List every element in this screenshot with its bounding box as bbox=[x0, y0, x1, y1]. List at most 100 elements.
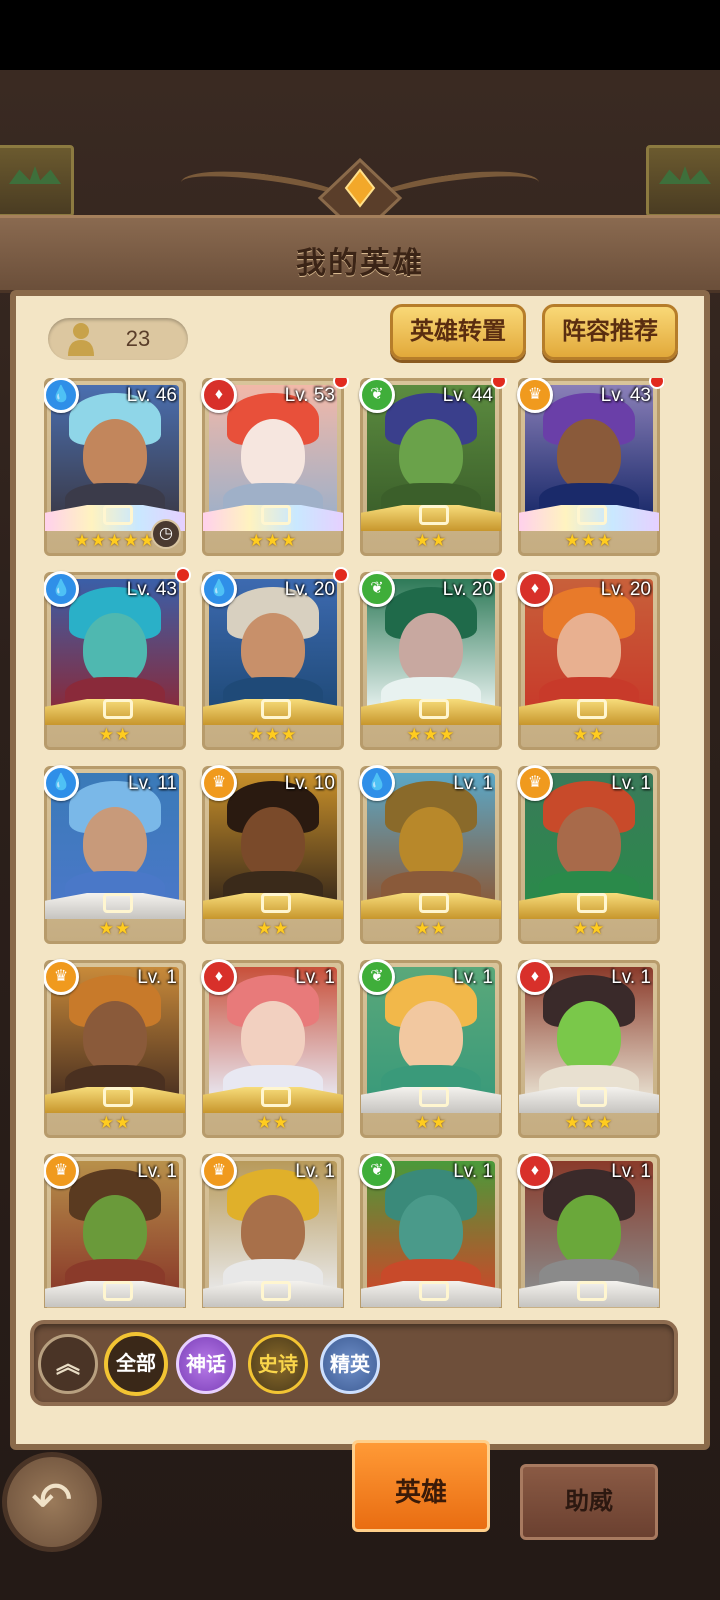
hero-stars: ★★★ bbox=[564, 1113, 614, 1132]
back-arrow-icon: ↶ bbox=[31, 1472, 73, 1528]
hero-card[interactable]: ★★★ Lv. 43 ♛ bbox=[517, 378, 664, 556]
hero-level: Lv. 1 bbox=[611, 773, 651, 794]
flame-icon: ♦ bbox=[517, 959, 553, 995]
hero-level: Lv. 43 bbox=[600, 385, 651, 406]
hero-count: 23 bbox=[125, 326, 151, 351]
right-pillar-decoration bbox=[646, 145, 720, 217]
hero-stars: ★★ bbox=[98, 725, 132, 744]
notification-dot bbox=[491, 378, 507, 389]
notification-dot bbox=[333, 378, 349, 389]
collapse-button[interactable]: ︽ bbox=[38, 1334, 98, 1394]
tab-support[interactable]: 助威 bbox=[520, 1464, 658, 1540]
hero-card[interactable]: ★★ Lv. 10 ♛ bbox=[201, 765, 344, 944]
hero-card[interactable]: ★★★ Lv. 20 ❦ bbox=[359, 567, 507, 750]
hero-stars: ★★★ bbox=[406, 725, 456, 744]
filter-epic-button[interactable]: 史诗 bbox=[248, 1334, 308, 1394]
crown-icon: ♛ bbox=[44, 1153, 79, 1189]
rank-emblem-icon bbox=[261, 1087, 291, 1107]
crown-icon: ♛ bbox=[44, 959, 79, 995]
filter-all-button[interactable]: 全部 bbox=[104, 1332, 168, 1396]
hero-card[interactable]: ★★ Lv. 11 💧 bbox=[44, 765, 186, 944]
hero-stars: ★★ bbox=[414, 1113, 448, 1132]
hero-card[interactable]: ★★ Lv. 1 ♦ bbox=[201, 959, 344, 1138]
notification-dot bbox=[649, 378, 664, 389]
droplet-icon: 💧 bbox=[201, 571, 237, 607]
rank-emblem-icon bbox=[577, 1281, 607, 1301]
hero-card[interactable]: ★★ Lv. 20 ♦ bbox=[517, 571, 660, 750]
rank-emblem-icon bbox=[419, 505, 449, 525]
hero-stars: ★★ bbox=[572, 919, 606, 938]
hero-level: Lv. 1 bbox=[453, 773, 493, 794]
rank-emblem-icon bbox=[103, 1087, 133, 1107]
page-title: 我的英雄 bbox=[296, 247, 424, 280]
rank-emblem-icon bbox=[103, 1281, 133, 1301]
hero-stars: ★★ bbox=[572, 725, 606, 744]
hero-level: Lv. 43 bbox=[126, 579, 177, 600]
back-button[interactable]: ↶ bbox=[2, 1452, 102, 1552]
hero-level: Lv. 1 bbox=[137, 1161, 177, 1182]
rank-emblem-icon bbox=[419, 1281, 449, 1301]
hero-level: Lv. 10 bbox=[284, 773, 335, 794]
filter-mythic-button[interactable]: 神话 bbox=[176, 1334, 236, 1394]
hero-level: Lv. 1 bbox=[295, 967, 335, 988]
left-pillar-decoration bbox=[0, 145, 74, 217]
rank-emblem-icon bbox=[419, 893, 449, 913]
hero-card[interactable]: ★★★ Lv. 53 ♦ bbox=[201, 378, 349, 556]
droplet-icon: 💧 bbox=[44, 378, 79, 413]
droplet-icon: 💧 bbox=[44, 571, 79, 607]
leaf-icon: ❦ bbox=[359, 571, 395, 607]
hero-card[interactable]: Lv. 1 ♦ bbox=[517, 1153, 660, 1308]
crown-icon: ♛ bbox=[201, 1153, 237, 1189]
hero-card[interactable]: ★★★ Lv. 1 ♦ bbox=[517, 959, 660, 1138]
leaf-icon: ❦ bbox=[359, 959, 395, 995]
rank-emblem-icon bbox=[577, 505, 607, 525]
crown-icon: ♛ bbox=[517, 765, 553, 801]
hero-card[interactable]: Lv. 1 ❦ bbox=[359, 1153, 502, 1308]
rank-emblem-icon bbox=[261, 1281, 291, 1301]
rank-emblem-icon bbox=[261, 699, 291, 719]
hero-stars: ★★ bbox=[414, 919, 448, 938]
hero-level: Lv. 1 bbox=[611, 967, 651, 988]
hero-level: Lv. 44 bbox=[442, 385, 493, 406]
filter-elite-button[interactable]: 精英 bbox=[320, 1334, 380, 1394]
hero-card[interactable]: ★★ Lv. 1 💧 bbox=[359, 765, 502, 944]
hero-card[interactable]: ★★★ Lv. 20 💧 bbox=[201, 567, 349, 750]
hero-transfer-button[interactable]: 英雄转置 bbox=[390, 304, 526, 360]
hero-stars: ★★★ bbox=[564, 531, 614, 550]
lineup-recommend-button[interactable]: 阵容推荐 bbox=[542, 304, 678, 360]
hero-card[interactable]: ★★ Lv. 1 ❦ bbox=[359, 959, 502, 1138]
hero-card[interactable]: ★★ Lv. 43 💧 bbox=[44, 567, 191, 750]
hero-card[interactable]: ★★ Lv. 1 ♛ bbox=[44, 959, 186, 1138]
tab-heroes[interactable]: 英雄 bbox=[352, 1440, 490, 1532]
notification-dot bbox=[491, 567, 507, 583]
flame-icon: ♦ bbox=[517, 1153, 553, 1189]
hero-stars: ★★★ bbox=[248, 531, 298, 550]
double-chevron-up-icon: ︽ bbox=[56, 1351, 80, 1378]
clock-icon: ◷ bbox=[151, 519, 181, 549]
hero-card[interactable]: Lv. 1 ♛ bbox=[201, 1153, 344, 1308]
hero-card[interactable]: ★★★★★ Lv. 46 💧 ◷ bbox=[44, 378, 186, 556]
hero-card[interactable]: Lv. 1 ♛ bbox=[44, 1153, 186, 1308]
hero-level: Lv. 20 bbox=[442, 579, 493, 600]
hero-level: Lv. 53 bbox=[284, 385, 335, 406]
hero-stars: ★★★ bbox=[248, 725, 298, 744]
hero-stars: ★★ bbox=[256, 1113, 290, 1132]
rank-emblem-icon bbox=[419, 699, 449, 719]
hero-card[interactable]: ★★ Lv. 44 ❦ bbox=[359, 378, 507, 556]
hero-level: Lv. 1 bbox=[295, 1161, 335, 1182]
person-icon bbox=[68, 323, 94, 356]
rank-emblem-icon bbox=[103, 505, 133, 525]
hero-card[interactable]: ★★ Lv. 1 ♛ bbox=[517, 765, 660, 944]
hero-stars: ★★ bbox=[98, 1113, 132, 1132]
rank-emblem-icon bbox=[577, 1087, 607, 1107]
rank-emblem-icon bbox=[103, 699, 133, 719]
rank-emblem-icon bbox=[577, 699, 607, 719]
hero-level: Lv. 1 bbox=[453, 967, 493, 988]
rank-emblem-icon bbox=[419, 1087, 449, 1107]
hero-level: Lv. 11 bbox=[128, 773, 177, 794]
hero-stars: ★★ bbox=[98, 919, 132, 938]
hero-level: Lv. 1 bbox=[137, 967, 177, 988]
hero-level: Lv. 20 bbox=[600, 579, 651, 600]
flame-icon: ♦ bbox=[201, 378, 237, 413]
hero-stars: ★★ bbox=[414, 531, 448, 550]
